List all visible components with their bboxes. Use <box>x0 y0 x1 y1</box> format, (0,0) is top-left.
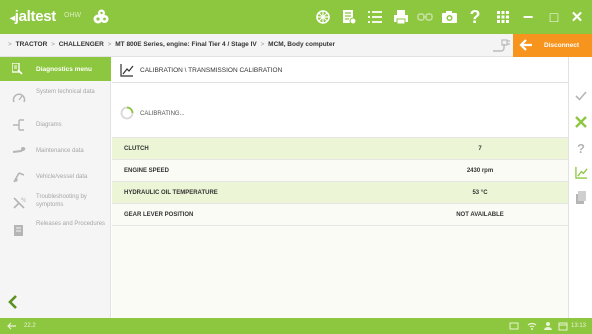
document-button[interactable] <box>574 190 588 204</box>
breadcrumb-item[interactable]: TRACTOR <box>16 41 48 48</box>
gears-icon <box>93 9 109 24</box>
sidebar-item-troubleshooting[interactable]: % Troubleshooting by symptoms <box>0 190 111 216</box>
sidebar-item-label: Diagnostics menu <box>36 66 92 73</box>
sidebar-item-label: Releases and Procedures <box>36 221 106 227</box>
sidebar-item-vehicle-data[interactable]: Vehicle/vessel data <box>0 164 111 190</box>
top-toolbar: ◂jaltest OHW ? − □ ✕ <box>0 0 592 34</box>
sidebar-item-label: Diagrams <box>36 122 62 128</box>
breadcrumb-item[interactable]: MCM, Body computer <box>268 41 335 48</box>
arrow-left-icon <box>7 322 16 330</box>
graph-icon <box>120 64 134 77</box>
troubleshooting-icon: % <box>13 197 26 209</box>
link-icon[interactable] <box>416 8 434 26</box>
check-icon <box>575 91 587 101</box>
list-icon[interactable] <box>366 8 384 26</box>
sidebar: Diagnostics menu System technical data D… <box>0 57 111 318</box>
content-header: CALIBRATION \ TRANSMISSION CALIBRATION <box>112 57 568 83</box>
minimize-button[interactable]: − <box>517 6 539 28</box>
report-icon[interactable] <box>340 8 358 26</box>
help-button[interactable]: ? <box>574 141 588 156</box>
right-toolbar: ? <box>568 57 592 318</box>
network-icon[interactable] <box>314 8 332 26</box>
parameters-panel: CALIBRATING... CLUTCH 7 ENGINE SPEED 243… <box>112 83 568 318</box>
sidebar-item-label: Maintenance data <box>36 148 84 154</box>
device-icon[interactable] <box>509 321 519 331</box>
parameter-name: ENGINE SPEED <box>124 168 170 174</box>
sidebar-item-maintenance-data[interactable]: Maintenance data <box>0 138 111 164</box>
table-row: GEAR LEVER POSITION NOT AVAILABLE <box>112 204 568 226</box>
disconnect-cable-icon <box>493 39 510 52</box>
svg-text:%: % <box>21 197 26 204</box>
graph-button[interactable] <box>574 165 588 179</box>
parameter-name: GEAR LEVER POSITION <box>124 212 194 218</box>
sidebar-item-diagrams[interactable]: Diagrams <box>0 112 111 138</box>
disconnect-button[interactable]: Disconnect <box>513 34 592 57</box>
print-icon[interactable] <box>392 8 410 26</box>
camera-icon[interactable] <box>440 8 458 26</box>
loading-spinner-icon <box>120 106 134 120</box>
calibration-status: CALIBRATING... <box>112 83 568 138</box>
status-bar: 22.2 13:13 <box>0 318 592 334</box>
table-row: HYDRAULIC OIL TEMPERATURE 53 °C <box>112 182 568 204</box>
chevron-left-icon[interactable] <box>7 295 19 309</box>
maximize-button[interactable]: □ <box>543 6 565 28</box>
breadcrumb-item[interactable]: MT 800E Series, engine: Final Tier 4 / S… <box>115 41 257 48</box>
parameter-name: HYDRAULIC OIL TEMPERATURE <box>124 190 218 196</box>
arrow-left-icon <box>519 39 532 51</box>
document-icon <box>576 190 586 204</box>
user-icon[interactable] <box>543 321 553 331</box>
wifi-icon[interactable] <box>527 321 537 331</box>
parameter-value: 53 °C <box>472 190 488 196</box>
sidebar-item-diagnostics-menu[interactable]: Diagnostics menu <box>0 57 111 81</box>
wrench-icon <box>12 147 26 153</box>
accept-button[interactable] <box>574 89 588 103</box>
cancel-icon <box>575 116 587 128</box>
status-text: CALIBRATING... <box>140 111 185 117</box>
calendar-icon[interactable] <box>558 321 568 331</box>
sidebar-item-releases-procedures[interactable]: Releases and Procedures <box>0 217 111 243</box>
brand-logo: ◂jaltest <box>10 8 56 25</box>
sidebar-item-system-technical-data[interactable]: System technical data <box>0 85 111 111</box>
parameter-value: 7 <box>478 146 482 152</box>
sidebar-item-label: Vehicle/vessel data <box>36 174 88 180</box>
parameter-value: 2430 rpm <box>466 168 494 174</box>
close-button[interactable]: ✕ <box>566 6 588 28</box>
diagram-icon <box>13 119 24 131</box>
breadcrumb-item[interactable]: CHALLENGER <box>59 41 104 48</box>
table-row: ENGINE SPEED 2430 rpm <box>112 160 568 182</box>
app-window: ◂jaltest OHW ? − □ ✕ > TRACTOR > CHALLEN… <box>0 0 592 334</box>
version-label: 22.2 <box>24 323 36 329</box>
parameter-name: CLUTCH <box>124 146 149 152</box>
clock-time: 13:13 <box>571 323 587 329</box>
help-icon[interactable]: ? <box>466 8 484 26</box>
diagnostics-icon <box>12 63 23 75</box>
grid-icon[interactable] <box>494 8 512 26</box>
brand-subtitle: OHW <box>64 12 82 19</box>
sidebar-item-label: System technical data <box>36 89 95 95</box>
cancel-button[interactable] <box>574 115 588 129</box>
procedures-icon <box>14 225 23 236</box>
vehicle-icon <box>13 172 25 183</box>
parameter-value: NOT AVAILABLE <box>456 212 504 218</box>
graph-icon <box>574 166 588 179</box>
page-title: CALIBRATION \ TRANSMISSION CALIBRATION <box>140 67 283 74</box>
sidebar-item-label: Troubleshooting by symptoms <box>36 194 87 208</box>
gauge-icon <box>12 93 26 103</box>
breadcrumb: > TRACTOR > CHALLENGER > MT 800E Series,… <box>8 41 335 48</box>
disconnect-label: Disconnect <box>544 42 580 49</box>
table-row: CLUTCH 7 <box>112 138 568 160</box>
